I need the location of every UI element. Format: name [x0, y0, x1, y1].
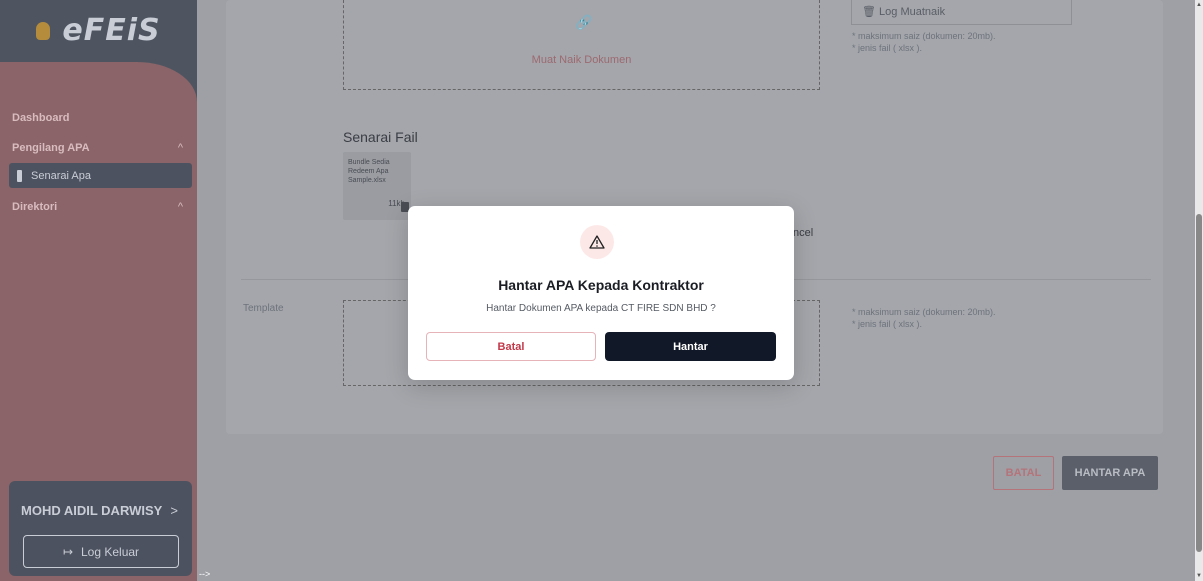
- sidebar: eFEiS Dashboard Pengilang APA ^ Direktor…: [0, 0, 197, 581]
- upload-label[interactable]: Muat Naik Dokumen: [344, 54, 819, 66]
- template-hint-size: * maksimum saiz (dokumen: 20mb).: [852, 307, 996, 317]
- log-muatnaik-button[interactable]: 🗑 Log Muatnaik: [851, 0, 1072, 25]
- logout-icon: ↦: [62, 544, 73, 559]
- crest-icon: [36, 22, 51, 40]
- template-hint-type: * jenis fail ( xlsx ).: [852, 319, 923, 329]
- logout-button[interactable]: ↦ Log Keluar: [23, 535, 179, 568]
- logo-text: eFEiS: [62, 13, 161, 48]
- upload-hint-type: * jenis fail ( xlsx ).: [852, 43, 923, 53]
- chevron-right-icon[interactable]: >: [170, 503, 178, 518]
- hantar-apa-button[interactable]: HANTAR APA: [1062, 456, 1158, 490]
- sidebar-item-direktori[interactable]: Direktori: [12, 201, 57, 213]
- dialog-confirm-button[interactable]: Hantar: [605, 332, 776, 361]
- chevron-up-icon[interactable]: ^: [178, 142, 183, 154]
- background-cancel-text: ncel: [793, 227, 814, 239]
- scroll-up-icon[interactable]: ▲: [1196, 2, 1202, 8]
- sidebar-item-dashboard[interactable]: Dashboard: [12, 112, 69, 124]
- dialog-title: Hantar APA Kepada Kontraktor: [498, 277, 704, 293]
- file-icon: [17, 169, 22, 182]
- log-icon: 🗑: [862, 6, 880, 18]
- template-label: Template: [243, 303, 284, 314]
- scrollbar[interactable]: ▲ ▼: [1195, 0, 1203, 581]
- app-logo[interactable]: eFEiS: [0, 0, 197, 62]
- file-list-title: Senarai Fail: [343, 129, 418, 145]
- user-panel: MOHD AIDIL DARWISY > ↦ Log Keluar: [9, 481, 192, 576]
- link-icon: 🔗: [575, 14, 593, 30]
- dialog-cancel-button[interactable]: Batal: [426, 332, 596, 361]
- dialog-message: Hantar Dokumen APA kepada CT FIRE SDN BH…: [486, 303, 716, 314]
- sidebar-item-pengilang-apa[interactable]: Pengilang APA: [12, 142, 90, 154]
- sidebar-item-label: Senarai Apa: [31, 169, 91, 182]
- file-name: Bundle Sedia Redeem Apa Sample.xlsx: [348, 159, 390, 184]
- batal-button[interactable]: BATAL: [993, 456, 1054, 490]
- warning-icon: [580, 225, 614, 259]
- user-name[interactable]: MOHD AIDIL DARWISY: [21, 503, 162, 518]
- chevron-up-icon[interactable]: ^: [178, 201, 183, 213]
- scroll-thumb[interactable]: [1196, 214, 1202, 552]
- debug-arrow-text: -->: [199, 569, 211, 579]
- logout-label: Log Keluar: [81, 544, 140, 559]
- confirm-dialog: Hantar APA Kepada Kontraktor Hantar Doku…: [408, 206, 794, 380]
- upload-hint-size: * maksimum saiz (dokumen: 20mb).: [852, 31, 996, 41]
- file-item[interactable]: Bundle Sedia Redeem Apa Sample.xlsx 11kb: [343, 152, 411, 220]
- log-label: Log Muatnaik: [879, 6, 946, 18]
- document-dropzone[interactable]: 🔗 Muat Naik Dokumen: [343, 0, 820, 90]
- scroll-down-icon[interactable]: ▼: [1196, 573, 1202, 579]
- sidebar-item-senarai-apa[interactable]: Senarai Apa: [9, 163, 192, 188]
